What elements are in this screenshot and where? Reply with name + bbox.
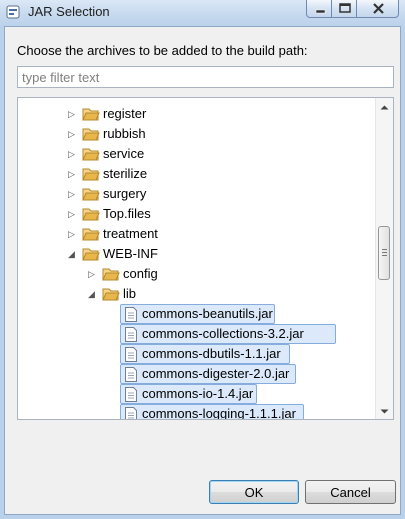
jar-selection-window: JAR Selection Choose the archives to be …: [0, 0, 405, 519]
expand-arrow-icon[interactable]: ▷: [88, 269, 98, 279]
jar-file-icon: [125, 307, 137, 322]
vertical-scrollbar[interactable]: [375, 98, 393, 419]
tree-item-label: Top.files: [103, 206, 151, 221]
folder-icon: [82, 228, 100, 241]
jar-item[interactable]: commons-logging-1.1.1.jar: [120, 404, 304, 420]
archive-tree[interactable]: ▷ register ▷ rubbish ▷ service ▷ sterili…: [17, 97, 394, 420]
window-title: JAR Selection: [28, 4, 110, 19]
tree-item-lib[interactable]: ◢ lib: [18, 284, 378, 304]
expand-arrow-icon[interactable]: ▷: [68, 209, 78, 219]
close-icon: [373, 3, 384, 14]
tree-item-web-inf[interactable]: ◢ WEB-INF: [18, 244, 378, 264]
tree-item-service[interactable]: ▷ service: [18, 144, 378, 164]
expand-arrow-icon[interactable]: ▷: [68, 129, 78, 139]
expand-arrow-icon[interactable]: ▷: [68, 229, 78, 239]
tree-item-label: rubbish: [103, 126, 146, 141]
tree-item-sterilize[interactable]: ▷ sterilize: [18, 164, 378, 184]
tree-item-label: sterilize: [103, 166, 148, 181]
scroll-thumb[interactable]: [378, 226, 390, 280]
folder-icon: [82, 208, 100, 221]
folder-icon: [82, 128, 100, 141]
folder-icon: [82, 248, 100, 261]
tree-item-label: service: [103, 146, 145, 161]
folder-icon: [82, 188, 100, 201]
expand-arrow-icon[interactable]: ▷: [68, 149, 78, 159]
grip-line: [382, 249, 387, 250]
jar-item[interactable]: commons-io-1.4.jar: [120, 384, 257, 404]
jar-file-icon: [125, 367, 137, 382]
tree-item-config[interactable]: ▷ config: [18, 264, 378, 284]
maximize-button[interactable]: [331, 0, 357, 18]
jar-item[interactable]: commons-beanutils.jar: [120, 304, 275, 324]
tree-item-label: lib: [123, 286, 137, 301]
cancel-button[interactable]: Cancel: [305, 480, 396, 504]
tree-item-label: treatment: [103, 226, 158, 241]
folder-icon: [102, 268, 120, 281]
expand-arrow-icon[interactable]: ▷: [68, 189, 78, 199]
minimize-button[interactable]: [306, 0, 332, 18]
jar-item-label: commons-dbutils-1.1.jar: [142, 346, 281, 361]
scroll-down-icon[interactable]: [380, 407, 389, 416]
jar-file-icon: [125, 327, 137, 342]
grip-line: [382, 255, 387, 256]
tree-item-top-files[interactable]: ▷ Top.files: [18, 204, 378, 224]
folder-icon: [102, 288, 120, 301]
folder-icon: [82, 168, 100, 181]
jar-item[interactable]: commons-digester-2.0.jar: [120, 364, 296, 384]
scroll-up-icon[interactable]: [380, 103, 389, 112]
folder-icon: [82, 108, 100, 121]
jar-item-label: commons-io-1.4.jar: [142, 386, 254, 401]
tree-item-surgery[interactable]: ▷ surgery: [18, 184, 378, 204]
jar-file-icon: [125, 387, 137, 402]
jar-item-label: commons-collections-3.2.jar: [142, 326, 304, 341]
expand-arrow-icon[interactable]: ▷: [68, 109, 78, 119]
dialog-prompt: Choose the archives to be added to the b…: [17, 43, 308, 58]
jar-item-label: commons-beanutils.jar: [142, 306, 273, 321]
jar-file-icon: [125, 407, 137, 419]
jar-file-icon: [125, 347, 137, 362]
tree-item-label: surgery: [103, 186, 147, 201]
maximize-icon: [339, 3, 351, 13]
tree-item-label: config: [123, 266, 158, 281]
tree-item-treatment[interactable]: ▷ treatment: [18, 224, 378, 244]
jar-item-label: commons-logging-1.1.1.jar: [142, 406, 296, 420]
eclipse-dialog-icon: [6, 5, 20, 19]
tree-item-rubbish[interactable]: ▷ rubbish: [18, 124, 378, 144]
folder-icon: [82, 148, 100, 161]
filter-input[interactable]: [17, 66, 394, 88]
jar-item-label: commons-digester-2.0.jar: [142, 366, 290, 381]
title-bar[interactable]: JAR Selection: [0, 0, 405, 26]
minimize-icon: [315, 9, 326, 14]
jar-item[interactable]: commons-dbutils-1.1.jar: [120, 344, 290, 364]
collapse-arrow-icon[interactable]: ◢: [68, 249, 78, 259]
tree-item-register[interactable]: ▷ register: [18, 104, 378, 124]
expand-arrow-icon[interactable]: ▷: [68, 169, 78, 179]
close-button[interactable]: [356, 0, 399, 18]
tree-item-label: register: [103, 106, 147, 121]
grip-line: [382, 252, 387, 253]
ok-button[interactable]: OK: [209, 480, 299, 504]
collapse-arrow-icon[interactable]: ◢: [88, 289, 98, 299]
dialog-body: Choose the archives to be added to the b…: [4, 26, 401, 515]
tree-item-label: WEB-INF: [103, 246, 158, 261]
jar-item[interactable]: commons-collections-3.2.jar: [120, 324, 336, 344]
